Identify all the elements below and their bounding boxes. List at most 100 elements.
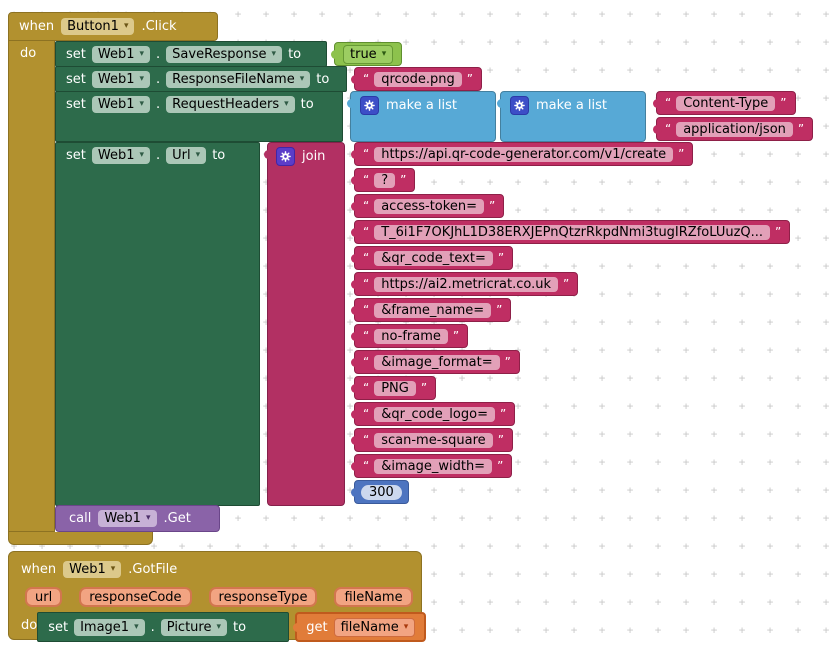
join-block[interactable]: join (267, 142, 345, 506)
property-dropdown-saveresponse[interactable]: SaveResponse ▾ (166, 46, 282, 63)
variable-dropdown-filename[interactable]: fileName ▾ (334, 618, 416, 637)
set-web1-requestheaders-block[interactable]: set Web1 ▾ . RequestHeaders ▾ to (55, 91, 343, 142)
open-quote: “ (665, 96, 671, 110)
text-string-block[interactable]: “ &frame_name= ” (354, 298, 511, 322)
chevron-down-icon: ▾ (272, 50, 277, 59)
string-value[interactable]: &image_format= (374, 355, 499, 370)
string-value[interactable]: scan-me-square (374, 433, 492, 448)
mutator-gear-icon[interactable] (360, 96, 379, 115)
text-string-block[interactable]: “ ? ” (354, 168, 415, 192)
text-string-block[interactable]: “ no-frame ” (354, 324, 468, 348)
make-a-list-inner-block[interactable]: make a list (500, 91, 646, 142)
property-dropdown-requestheaders[interactable]: RequestHeaders ▾ (166, 96, 294, 113)
event-header[interactable]: when Button1 ▾ .Click (8, 12, 218, 41)
make-a-list-outer-block[interactable]: make a list (350, 91, 496, 142)
text-string-block[interactable]: “ &qr_code_text= ” (354, 246, 513, 270)
component-dropdown-image1[interactable]: Image1 ▾ (74, 619, 145, 636)
param-badge-url[interactable]: url (25, 587, 62, 607)
when-button1-click-block[interactable]: when Button1 ▾ .Click do set Web1 (8, 12, 813, 545)
text-string-block[interactable]: “ &qr_code_logo= ” (354, 402, 515, 426)
to-label: to (316, 72, 329, 87)
component-dropdown-web1[interactable]: Web1 ▾ (63, 561, 121, 578)
set-web1-saveresponse-block[interactable]: set Web1 ▾ . SaveResponse ▾ to (55, 41, 327, 67)
dropdown-value: Picture (167, 620, 212, 635)
text-string-block[interactable]: “ https://ai2.metricrat.co.uk ” (354, 272, 578, 296)
when-web1-gotfile-block[interactable]: when Web1 ▾ .GotFile url responseCode re… (8, 551, 422, 640)
component-dropdown-web1[interactable]: Web1 ▾ (98, 510, 156, 527)
set-image1-picture-block[interactable]: set Image1 ▾ . Picture ▾ to (37, 612, 289, 642)
string-value[interactable]: no-frame (374, 329, 448, 344)
string-value[interactable]: &qr_code_text= (374, 251, 493, 266)
string-value[interactable]: &frame_name= (374, 303, 491, 318)
logic-true-block[interactable]: true ▾ (334, 42, 402, 66)
close-quote: ” (496, 303, 502, 317)
close-quote: ” (498, 251, 504, 265)
number-value[interactable]: 300 (361, 485, 402, 500)
set-label: set (48, 620, 68, 635)
param-badge-responsetype[interactable]: responseType (209, 587, 318, 607)
text-string-block[interactable]: “ Content-Type ” (656, 91, 796, 115)
text-string-block[interactable]: “ &image_format= ” (354, 350, 520, 374)
chevron-down-icon: ▾ (140, 100, 145, 109)
string-value[interactable]: Content-Type (676, 96, 775, 111)
string-value[interactable]: PNG (374, 381, 416, 396)
string-value[interactable]: application/json (676, 122, 793, 137)
dropdown-value: Web1 (69, 562, 106, 577)
to-label: to (288, 47, 301, 62)
dropdown-value: Button1 (67, 19, 119, 34)
param-badge-filename[interactable]: fileName (334, 587, 412, 607)
component-dropdown-web1[interactable]: Web1 ▾ (92, 46, 150, 63)
number-block[interactable]: 300 (354, 480, 409, 504)
event-header[interactable]: when Web1 ▾ .GotFile (9, 552, 421, 581)
string-value[interactable]: &qr_code_logo= (374, 407, 495, 422)
param-badge-responsecode[interactable]: responseCode (79, 587, 191, 607)
text-string-block[interactable]: “ access-token= ” (354, 194, 504, 218)
component-dropdown-button1[interactable]: Button1 ▾ (61, 18, 134, 35)
close-quote: ” (798, 122, 804, 136)
open-quote: “ (363, 459, 369, 473)
blocks-workspace[interactable]: ++++++++++++++++++++++++++++++++++++++++… (0, 0, 836, 653)
text-string-block[interactable]: “ &image_width= ” (354, 454, 512, 478)
property-dropdown-responsefilename[interactable]: ResponseFileName ▾ (166, 71, 310, 88)
string-value[interactable]: access-token= (374, 199, 484, 214)
text-string-block[interactable]: “ PNG ” (354, 376, 436, 400)
string-value[interactable]: https://ai2.metricrat.co.uk (374, 277, 558, 292)
make-a-list-label: make a list (386, 98, 457, 113)
chevron-down-icon: ▾ (216, 623, 221, 632)
text-string-block[interactable]: “ application/json ” (656, 117, 813, 141)
set-web1-url-block[interactable]: set Web1 ▾ . Url ▾ to (55, 142, 260, 506)
mutator-gear-icon[interactable] (276, 147, 295, 166)
open-quote: “ (363, 277, 369, 291)
logic-dropdown-true[interactable]: true ▾ (343, 45, 393, 64)
dot-label: . (156, 47, 160, 62)
statement-row: set Web1 ▾ . RequestHeaders ▾ to (55, 91, 813, 143)
component-dropdown-web1[interactable]: Web1 ▾ (92, 96, 150, 113)
string-value[interactable]: qrcode.png (374, 72, 462, 87)
event-name-label: .GotFile (128, 562, 177, 577)
property-dropdown-picture[interactable]: Picture ▾ (161, 619, 227, 636)
open-quote: “ (363, 381, 369, 395)
call-web1-get-block[interactable]: call Web1 ▾ .Get (55, 505, 220, 532)
set-web1-responsefilename-block[interactable]: set Web1 ▾ . ResponseFileName ▾ to (55, 66, 347, 92)
text-string-block[interactable]: “ T_6i1F7OKJhL1D38ERXJEPnQtzrRkpdNmi3tug… (354, 220, 790, 244)
string-value[interactable]: https://api.qr-code-generator.com/v1/cre… (374, 147, 673, 162)
text-string-block[interactable]: “ scan-me-square ” (354, 428, 513, 452)
dropdown-value: Web1 (98, 47, 135, 62)
to-label: to (301, 97, 314, 112)
close-quote: ” (497, 459, 503, 473)
statement-row: set Web1 ▾ . SaveResponse ▾ to (55, 41, 402, 67)
component-dropdown-web1[interactable]: Web1 ▾ (92, 147, 150, 164)
string-value[interactable]: ? (374, 173, 395, 188)
string-value[interactable]: T_6i1F7OKJhL1D38ERXJEPnQtzrRkpdNmi3tugIR… (374, 225, 770, 240)
component-dropdown-web1[interactable]: Web1 ▾ (92, 71, 150, 88)
string-value[interactable]: &image_width= (374, 459, 492, 474)
mutator-gear-icon[interactable] (510, 96, 529, 115)
set-label: set (66, 47, 86, 62)
get-variable-block[interactable]: get fileName ▾ (295, 612, 426, 642)
property-dropdown-url[interactable]: Url ▾ (166, 147, 206, 164)
text-string-block[interactable]: “ https://api.qr-code-generator.com/v1/c… (354, 142, 693, 166)
chevron-down-icon: ▾ (111, 565, 116, 574)
text-string-block[interactable]: “ qrcode.png ” (354, 67, 482, 91)
close-quote: ” (498, 433, 504, 447)
chevron-down-icon: ▾ (382, 50, 387, 59)
